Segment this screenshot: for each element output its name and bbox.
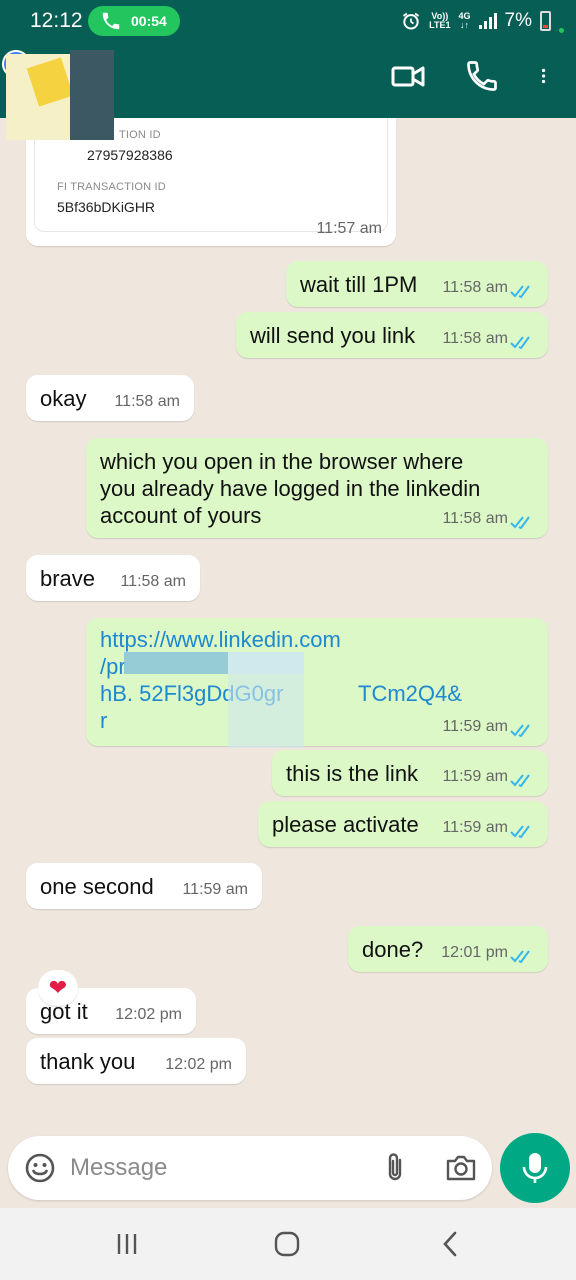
message-time: 12:01 pm bbox=[441, 944, 508, 961]
message-text: brave bbox=[40, 566, 96, 591]
voice-message-button[interactable] bbox=[500, 1133, 570, 1203]
status-time: 12:12 bbox=[30, 9, 83, 32]
mic-icon bbox=[522, 1153, 548, 1183]
message-text: wait till 1PM bbox=[300, 272, 418, 297]
message-time: 12:02 pm bbox=[165, 1056, 232, 1073]
message-bubble-outgoing[interactable]: please activate 11:59 am bbox=[258, 801, 548, 847]
call-duration: 00:54 bbox=[131, 13, 167, 29]
video-call-icon[interactable] bbox=[390, 58, 426, 94]
message-time: 12:02 pm bbox=[115, 1006, 182, 1023]
chat-area[interactable]: TION ID 27957928386 FI TRANSACTION ID 5B… bbox=[0, 118, 576, 1128]
link-line-3b[interactable]: TCm2Q4& bbox=[358, 680, 462, 707]
read-receipt-icon bbox=[510, 336, 530, 350]
battery-icon bbox=[540, 11, 551, 31]
privacy-dot bbox=[559, 27, 564, 33]
read-receipt-icon bbox=[510, 724, 530, 738]
read-receipt-icon bbox=[510, 774, 530, 788]
message-bubble-outgoing[interactable]: will send you link 11:58 am bbox=[236, 312, 548, 358]
message-time: 11:59 am bbox=[442, 768, 508, 785]
message-time: 11:58 am bbox=[442, 279, 508, 296]
link-line-4[interactable]: r bbox=[100, 707, 107, 734]
reaction-heart-icon[interactable]: ❤ bbox=[38, 970, 78, 1006]
network-label: Vo)) LTE1 bbox=[429, 11, 451, 30]
voice-call-icon[interactable] bbox=[464, 58, 500, 94]
txn-label-1: TION ID bbox=[119, 129, 161, 141]
emoji-icon[interactable] bbox=[24, 1152, 56, 1184]
network-type: 4G ↓↑ bbox=[458, 11, 471, 30]
txn-label-2: FI TRANSACTION ID bbox=[57, 181, 166, 193]
message-bubble-outgoing[interactable]: done? 12:01 pm bbox=[348, 926, 548, 972]
back-nav-icon[interactable] bbox=[436, 1230, 466, 1258]
message-time: 11:59 am bbox=[182, 881, 248, 898]
message-time: 11:58 am bbox=[114, 393, 180, 410]
message-text: one second bbox=[40, 874, 154, 899]
avatar[interactable] bbox=[6, 54, 70, 140]
read-receipt-icon bbox=[510, 285, 530, 299]
read-receipt-icon bbox=[510, 516, 530, 530]
message-composer[interactable]: Message bbox=[8, 1136, 492, 1200]
message-text: okay bbox=[40, 386, 87, 411]
message-time: 11:59 am bbox=[442, 819, 508, 836]
txn-value-1: 27957928386 bbox=[87, 147, 173, 163]
txn-value-2: 5Bf36bDKiGHR bbox=[57, 199, 156, 215]
more-options-icon[interactable] bbox=[538, 58, 558, 94]
message-text: will send you link bbox=[250, 323, 416, 348]
message-input[interactable]: Message bbox=[70, 1154, 167, 1182]
message-time: 11:57 am bbox=[316, 220, 382, 237]
link-redaction bbox=[124, 652, 228, 674]
message-bubble-outgoing[interactable]: which you open in the browser where you … bbox=[86, 438, 548, 538]
attach-icon[interactable] bbox=[380, 1152, 410, 1184]
read-receipt-icon bbox=[510, 825, 530, 839]
header-actions bbox=[390, 58, 558, 94]
recent-apps-icon[interactable] bbox=[112, 1230, 142, 1258]
battery-percent: 7% bbox=[504, 10, 532, 31]
message-bubble-outgoing[interactable]: https://www.linkedin.com /pr hB. 52Fl3gD… bbox=[86, 618, 548, 748]
message-bubble-incoming[interactable]: okay 11:58 am bbox=[26, 375, 194, 421]
signal-icon bbox=[478, 13, 497, 29]
system-nav-bar bbox=[0, 1208, 576, 1280]
read-receipt-icon bbox=[510, 950, 530, 964]
message-time: 11:58 am bbox=[120, 573, 186, 590]
home-icon[interactable] bbox=[272, 1230, 302, 1258]
link-line-1[interactable]: https://www.linkedin.com bbox=[100, 626, 341, 653]
message-bubble-outgoing[interactable]: wait till 1PM 11:58 am bbox=[286, 261, 548, 307]
link-redaction bbox=[228, 652, 304, 674]
message-time: 11:59 am bbox=[442, 718, 508, 735]
message-time: 11:58 am bbox=[442, 510, 508, 527]
message-text: which you open in the browser where you … bbox=[100, 449, 481, 528]
phone-icon bbox=[102, 12, 120, 30]
message-text: done? bbox=[362, 937, 424, 962]
message-time: 11:58 am bbox=[442, 330, 508, 347]
status-icons: Vo)) LTE1 4G ↓↑ 7% bbox=[401, 6, 564, 36]
alarm-icon bbox=[403, 12, 420, 30]
ongoing-call-pill[interactable]: 00:54 bbox=[88, 6, 180, 36]
link-redaction bbox=[228, 674, 304, 748]
message-bubble-incoming[interactable]: thank you 12:02 pm bbox=[26, 1038, 246, 1084]
message-text: thank you bbox=[40, 1049, 136, 1074]
message-bubble-incoming[interactable]: brave 11:58 am bbox=[26, 555, 200, 601]
camera-icon[interactable] bbox=[444, 1152, 478, 1184]
message-bubble-incoming[interactable]: one second 11:59 am bbox=[26, 863, 262, 909]
name-redaction bbox=[70, 50, 114, 140]
link-line-2[interactable]: /pr bbox=[100, 653, 126, 680]
message-text: please activate bbox=[272, 812, 419, 837]
message-text: this is the link bbox=[286, 761, 419, 786]
message-bubble-outgoing[interactable]: this is the link 11:59 am bbox=[272, 750, 548, 796]
